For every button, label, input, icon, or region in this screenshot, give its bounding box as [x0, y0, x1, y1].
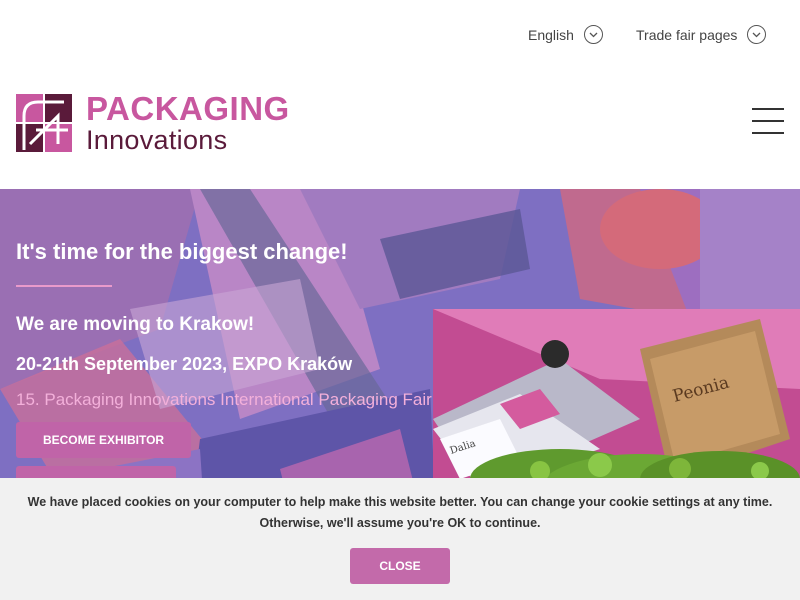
chevron-down-icon — [747, 25, 767, 44]
event-edition: 15. Packaging Innovations International … — [16, 390, 432, 409]
event-date: 20-21th September 2023, EXPO Kraków — [16, 354, 353, 374]
top-bar: English Trade fair pages — [0, 0, 800, 70]
site-header: PACKAGING Innovations — [0, 70, 800, 189]
cookie-close-button[interactable]: CLOSE — [350, 548, 450, 584]
hero-divider — [16, 285, 112, 287]
cookie-message: We have placed cookies on your computer … — [27, 495, 773, 530]
site-logo[interactable]: PACKAGING Innovations — [16, 92, 290, 154]
become-exhibitor-button[interactable]: BECOME EXHIBITOR — [16, 422, 191, 458]
trade-fair-label: Trade fair pages — [636, 26, 738, 43]
chevron-down-icon — [583, 25, 603, 44]
logo-subtitle: Innovations — [86, 125, 228, 155]
logo-title: PACKAGING — [86, 90, 290, 127]
logo-mark-icon — [16, 94, 72, 152]
language-selector[interactable]: English — [528, 25, 603, 44]
hero-subtitle: We are moving to Krakow! — [16, 314, 255, 335]
hero-title: It's time for the biggest change! — [16, 239, 348, 264]
menu-icon[interactable] — [752, 108, 784, 134]
cookie-banner: We have placed cookies on your computer … — [0, 478, 800, 600]
trade-fair-pages-selector[interactable]: Trade fair pages — [636, 25, 767, 44]
language-label: English — [528, 26, 574, 43]
